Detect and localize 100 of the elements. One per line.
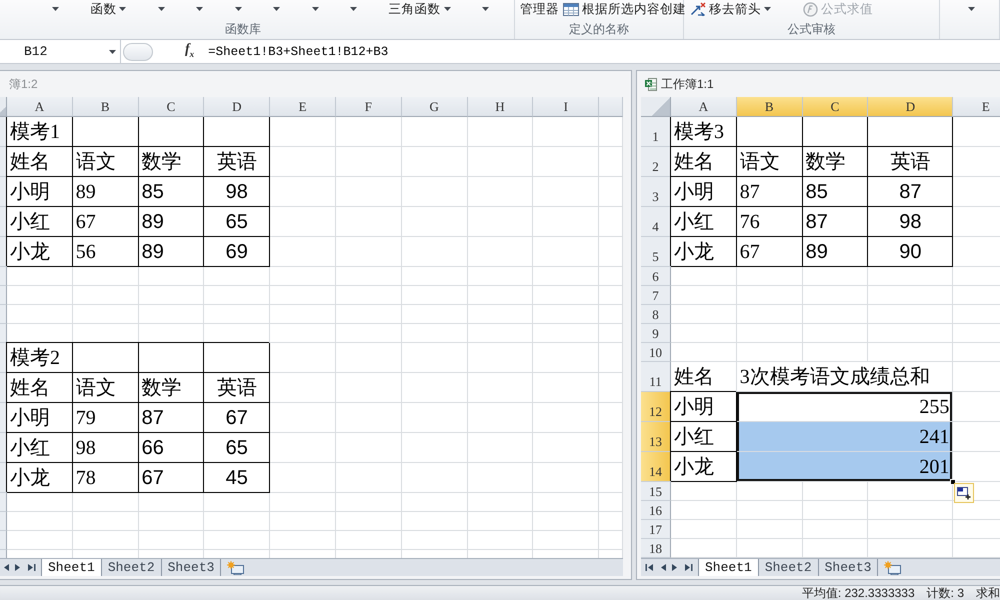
next-sheet-icon[interactable] xyxy=(672,563,678,572)
sheet-tab[interactable]: Sheet1 xyxy=(41,559,102,576)
status-text: 求和 xyxy=(976,586,1000,600)
column-header[interactable]: A xyxy=(7,97,73,117)
table-cell: 89 xyxy=(72,177,139,207)
previous-sheet-icon[interactable] xyxy=(3,563,9,572)
column-header[interactable]: F xyxy=(336,97,402,117)
table-cell: 87 xyxy=(736,177,803,207)
spreadsheet-icon xyxy=(645,78,657,90)
dropdown-caret-icon[interactable] xyxy=(158,7,165,11)
column-header[interactable]: A xyxy=(671,97,737,117)
table-cell: 87 xyxy=(868,177,954,207)
table-cell: 姓名 xyxy=(671,147,737,177)
arrows-icon xyxy=(690,2,706,16)
row-header[interactable]: 1 xyxy=(641,117,671,147)
new-sheet-icon[interactable] xyxy=(227,560,244,574)
last-sheet-icon[interactable] xyxy=(684,563,693,572)
dropdown-caret-icon[interactable] xyxy=(350,7,358,11)
table-cell: 小龙 xyxy=(7,237,73,267)
table-cell: 小龙 xyxy=(671,452,737,482)
insert-function-button[interactable]: f$_{x}$ xyxy=(185,42,194,62)
table-cell: 255 xyxy=(736,392,954,422)
menu-button[interactable]: 移去箭头 xyxy=(690,1,771,17)
row-header[interactable]: 10 xyxy=(641,343,671,362)
dropdown-caret-icon[interactable] xyxy=(52,7,59,11)
ribbon-button[interactable]: 管理器 xyxy=(520,1,559,17)
group-label: 函数库 xyxy=(225,22,261,36)
row-header[interactable]: 8 xyxy=(641,305,671,324)
sheet-tab[interactable]: Sheet3 xyxy=(160,559,222,576)
row-header[interactable]: 15 xyxy=(641,482,671,501)
table-cell: 英语 xyxy=(204,373,270,403)
column-header[interactable]: E xyxy=(953,97,1000,117)
table-cell: 67 xyxy=(72,207,139,237)
group-label: 定义的名称 xyxy=(569,22,629,36)
next-sheet-icon[interactable] xyxy=(15,563,21,572)
table-cell: 90 xyxy=(868,237,954,267)
row-header[interactable]: 3 xyxy=(641,177,671,207)
table-cell: 数学 xyxy=(802,147,868,177)
row-header[interactable]: 14 xyxy=(641,452,671,482)
column-header[interactable]: D xyxy=(204,97,270,117)
caret-icon xyxy=(444,7,450,11)
table-cell: 3次模考语文成绩总和 xyxy=(736,362,954,392)
table-cell: 66 xyxy=(138,433,204,463)
table-cell: 小红 xyxy=(7,433,73,463)
column-header[interactable]: D xyxy=(868,97,954,117)
column-header[interactable]: C xyxy=(802,97,868,117)
row-header[interactable]: 2 xyxy=(641,147,671,177)
column-header[interactable]: B xyxy=(72,97,139,117)
dropdown-caret-icon[interactable] xyxy=(196,7,204,11)
column-header[interactable]: B xyxy=(736,97,803,117)
column-header[interactable]: I xyxy=(533,97,600,117)
row-header[interactable]: 12 xyxy=(641,392,671,422)
row-header[interactable]: 17 xyxy=(641,520,671,539)
table-cell: 语文 xyxy=(72,147,139,177)
table-cell: 89 xyxy=(802,237,868,267)
group-label: 公式审核 xyxy=(788,22,836,36)
menu-button[interactable]: 三角函数 xyxy=(388,1,450,17)
row-header[interactable]: 4 xyxy=(641,207,671,237)
previous-sheet-icon[interactable] xyxy=(660,563,666,572)
sheet-tab[interactable]: Sheet2 xyxy=(100,559,162,576)
row-header[interactable]: 18 xyxy=(641,539,671,558)
new-sheet-icon[interactable] xyxy=(884,560,902,574)
table-cell: 姓名 xyxy=(7,373,73,403)
row-header[interactable]: 13 xyxy=(641,422,671,452)
dropdown-caret-icon[interactable] xyxy=(312,7,319,11)
table-cell: 98 xyxy=(204,177,270,207)
table-cell: 98 xyxy=(868,207,954,237)
table-cell: 201 xyxy=(736,452,954,482)
menu-button[interactable]: 函数 xyxy=(90,1,126,17)
sheet-tab[interactable]: Sheet1 xyxy=(698,559,759,576)
column-header[interactable]: G xyxy=(402,97,468,117)
row-header[interactable]: 6 xyxy=(641,267,671,286)
table-cell: 76 xyxy=(736,207,803,237)
column-header[interactable]: H xyxy=(468,97,534,117)
first-sheet-icon[interactable] xyxy=(645,563,654,572)
row-header[interactable]: 16 xyxy=(641,501,671,520)
ribbon-button[interactable]: 根据所选内容创建 xyxy=(563,1,686,17)
sheet-tab[interactable]: Sheet3 xyxy=(818,559,878,576)
column-header[interactable]: E xyxy=(270,97,336,117)
last-sheet-icon[interactable] xyxy=(27,563,36,572)
table-cell: 模考3 xyxy=(671,117,737,147)
table-cell: 小明 xyxy=(7,177,73,207)
row-header[interactable]: 5 xyxy=(641,237,671,267)
dropdown-caret-icon[interactable] xyxy=(482,7,489,11)
caret-icon xyxy=(109,50,116,54)
row-header[interactable]: 7 xyxy=(641,286,671,305)
dropdown-caret-icon[interactable] xyxy=(273,7,280,11)
sheet-tab[interactable]: Sheet2 xyxy=(758,559,819,576)
table-cell: 89 xyxy=(138,207,204,237)
table-cell: 小龙 xyxy=(671,237,737,267)
dropdown-caret-icon[interactable] xyxy=(968,7,975,11)
column-header[interactable]: C xyxy=(138,97,204,117)
table-cell: 数学 xyxy=(138,373,204,403)
row-header[interactable]: 9 xyxy=(641,324,671,343)
auto-fill-options-button[interactable] xyxy=(954,483,974,503)
dropdown-caret-icon[interactable] xyxy=(234,7,242,11)
table-cell: 241 xyxy=(736,422,954,452)
row-header[interactable]: 11 xyxy=(641,362,671,392)
resize-handle[interactable] xyxy=(123,42,153,60)
table-cell: 语文 xyxy=(72,373,139,403)
